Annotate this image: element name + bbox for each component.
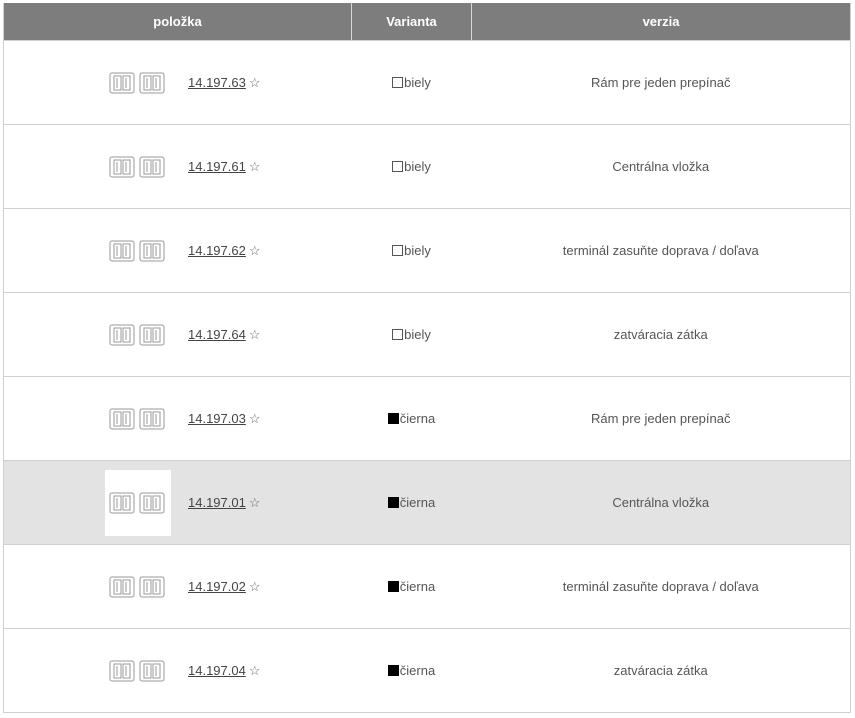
color-swatch xyxy=(392,329,404,340)
item-cell: 14.197.61 ☆ xyxy=(3,124,352,209)
variant-cell: čierna xyxy=(351,628,472,713)
item-code: 14.197.01 ☆ xyxy=(188,495,261,511)
variant-label: čierna xyxy=(399,663,436,678)
item-code-link[interactable]: 14.197.63 xyxy=(188,75,246,90)
variant-cell: čierna xyxy=(351,376,472,461)
color-swatch xyxy=(387,581,399,592)
table-row-highlighted[interactable]: 14.197.01 ☆ čierna Centrálna vložka xyxy=(3,460,851,545)
item-cell: 14.197.63 ☆ xyxy=(3,40,352,125)
variant-label: biely xyxy=(404,243,431,258)
item-cell: 14.197.62 ☆ xyxy=(3,208,352,293)
star-outline-icon[interactable]: ☆ xyxy=(249,495,261,510)
star-outline-icon[interactable]: ☆ xyxy=(249,327,261,342)
item-code-link[interactable]: 14.197.01 xyxy=(188,495,246,510)
table-header-row: položka Varianta verzia xyxy=(3,3,851,41)
star-outline-icon[interactable]: ☆ xyxy=(249,243,261,258)
star-outline-icon[interactable]: ☆ xyxy=(249,75,261,90)
item-code-link[interactable]: 14.197.04 xyxy=(188,663,246,678)
variant-label: biely xyxy=(404,159,431,174)
product-thumbnail-icon[interactable] xyxy=(105,638,171,704)
item-cell: 14.197.64 ☆ xyxy=(3,292,352,377)
variant-label: čierna xyxy=(399,579,436,594)
variant-cell: biely xyxy=(351,40,472,125)
item-code-link[interactable]: 14.197.02 xyxy=(188,579,246,594)
item-code: 14.197.62 ☆ xyxy=(188,243,261,259)
version-cell: Centrálna vložka xyxy=(471,460,851,545)
product-thumbnail-icon[interactable] xyxy=(105,50,171,116)
item-code-link[interactable]: 14.197.61 xyxy=(188,159,246,174)
star-outline-icon[interactable]: ☆ xyxy=(249,579,261,594)
version-cell: zatváracia zátka xyxy=(471,292,851,377)
table-row[interactable]: 14.197.64 ☆ biely zatváracia zátka xyxy=(3,292,851,377)
star-outline-icon[interactable]: ☆ xyxy=(249,411,261,426)
color-swatch xyxy=(392,77,404,88)
item-cell: 14.197.01 ☆ xyxy=(3,460,352,545)
table-row[interactable]: 14.197.63 ☆ biely Rám pre jeden prepínač xyxy=(3,40,851,125)
column-header-item[interactable]: položka xyxy=(3,3,352,41)
product-thumbnail-icon[interactable] xyxy=(105,554,171,620)
table-row[interactable]: 14.197.02 ☆ čierna terminál zasuňte dopra… xyxy=(3,544,851,629)
variant-cell: čierna xyxy=(351,544,472,629)
variant-cell: biely xyxy=(351,124,472,209)
table-row[interactable]: 14.197.04 ☆ čierna zatváracia zátka xyxy=(3,628,851,713)
item-code: 14.197.02 ☆ xyxy=(188,579,261,595)
item-cell: 14.197.02 ☆ xyxy=(3,544,352,629)
variant-cell: biely xyxy=(351,292,472,377)
version-cell: Rám pre jeden prepínač xyxy=(471,376,851,461)
version-cell: zatváracia zátka xyxy=(471,628,851,713)
table-row[interactable]: 14.197.62 ☆ biely terminál zasuňte doprav… xyxy=(3,208,851,293)
product-thumbnail-icon[interactable] xyxy=(105,469,171,536)
item-code-link[interactable]: 14.197.64 xyxy=(188,327,246,342)
variant-label: čierna xyxy=(399,495,436,510)
star-outline-icon[interactable]: ☆ xyxy=(249,663,261,678)
item-code: 14.197.04 ☆ xyxy=(188,663,261,679)
column-header-variant[interactable]: Varianta xyxy=(351,3,472,41)
variant-label: biely xyxy=(404,75,431,90)
star-outline-icon[interactable]: ☆ xyxy=(249,159,261,174)
version-cell: terminál zasuňte doprava / doľava xyxy=(471,208,851,293)
color-swatch xyxy=(392,245,404,256)
table-row[interactable]: 14.197.03 ☆ čierna Rám pre jeden prepínač xyxy=(3,376,851,461)
item-cell: 14.197.04 ☆ xyxy=(3,628,352,713)
color-swatch xyxy=(387,413,399,424)
variant-label: biely xyxy=(404,327,431,342)
variant-cell: biely xyxy=(351,208,472,293)
version-cell: Centrálna vložka xyxy=(471,124,851,209)
product-thumbnail-icon[interactable] xyxy=(105,134,171,200)
product-thumbnail-icon[interactable] xyxy=(105,386,171,452)
product-variants-table: položka Varianta verzia 14.197.63 ☆ biel… xyxy=(3,3,851,713)
color-swatch xyxy=(387,665,399,676)
item-code: 14.197.61 ☆ xyxy=(188,159,261,175)
item-code-link[interactable]: 14.197.03 xyxy=(188,411,246,426)
table-row[interactable]: 14.197.61 ☆ biely Centrálna vložka xyxy=(3,124,851,209)
item-cell: 14.197.03 ☆ xyxy=(3,376,352,461)
item-code: 14.197.03 ☆ xyxy=(188,411,261,427)
version-cell: terminál zasuňte doprava / doľava xyxy=(471,544,851,629)
version-cell: Rám pre jeden prepínač xyxy=(471,40,851,125)
variant-cell: čierna xyxy=(351,460,472,545)
column-header-version[interactable]: verzia xyxy=(471,3,851,41)
item-code-link[interactable]: 14.197.62 xyxy=(188,243,246,258)
product-thumbnail-icon[interactable] xyxy=(105,302,171,368)
color-swatch xyxy=(392,161,404,172)
product-thumbnail-icon[interactable] xyxy=(105,218,171,284)
item-code: 14.197.64 ☆ xyxy=(188,327,261,343)
item-code: 14.197.63 ☆ xyxy=(188,75,261,91)
color-swatch xyxy=(387,497,399,508)
variant-label: čierna xyxy=(399,411,436,426)
